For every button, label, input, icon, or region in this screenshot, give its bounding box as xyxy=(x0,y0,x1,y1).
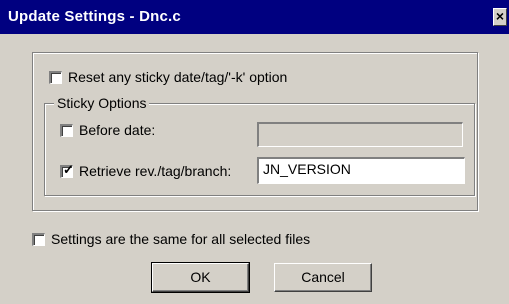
before-date-field[interactable] xyxy=(257,122,463,147)
reset-sticky-checkbox[interactable] xyxy=(49,70,62,84)
sticky-options-legend: Sticky Options xyxy=(54,95,150,111)
before-date-checkbox[interactable] xyxy=(60,123,73,137)
before-date-label: Before date: xyxy=(79,122,156,138)
before-date-row[interactable]: Before date: xyxy=(60,122,155,138)
retrieve-rev-label: Retrieve rev./tag/branch: xyxy=(79,163,232,179)
same-for-all-label: Settings are the same for all selected f… xyxy=(51,231,311,247)
ok-label: OK xyxy=(190,269,211,285)
retrieve-rev-checkbox[interactable]: ✓ xyxy=(60,161,74,178)
update-settings-dialog: Update Settings - Dnc.c × Reset any stic… xyxy=(0,0,509,304)
title-bar[interactable]: Update Settings - Dnc.c × xyxy=(0,0,509,34)
close-icon: × xyxy=(495,8,505,24)
cancel-label: Cancel xyxy=(301,269,345,285)
reset-sticky-option-row[interactable]: Reset any sticky date/tag/'-k' option xyxy=(49,69,287,85)
checkmark-icon: ✓ xyxy=(63,161,74,177)
dialog-title: Update Settings - Dnc.c xyxy=(8,8,181,25)
cancel-button[interactable]: Cancel xyxy=(274,263,372,292)
ok-button[interactable]: OK xyxy=(151,262,250,293)
retrieve-rev-field[interactable]: JN_VERSION xyxy=(257,157,465,184)
same-for-all-checkbox[interactable] xyxy=(32,232,45,246)
same-for-all-row[interactable]: Settings are the same for all selected f… xyxy=(32,231,310,247)
reset-sticky-label: Reset any sticky date/tag/'-k' option xyxy=(68,69,288,85)
retrieve-rev-row[interactable]: ✓ Retrieve rev./tag/branch: xyxy=(60,163,231,179)
close-button[interactable]: × xyxy=(493,8,507,26)
